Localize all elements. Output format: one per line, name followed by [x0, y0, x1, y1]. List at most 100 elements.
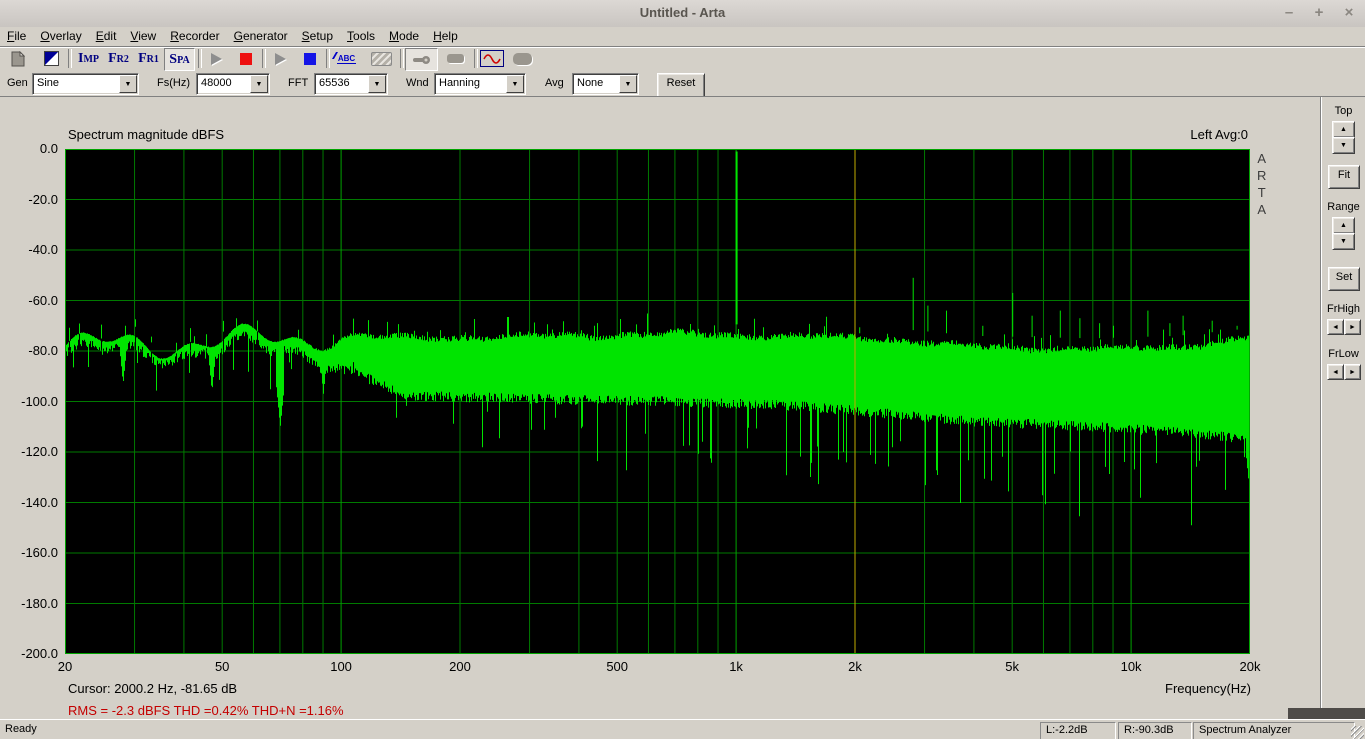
- menu-item-tools[interactable]: Tools: [340, 27, 382, 46]
- range-down-button[interactable]: ▼: [1332, 233, 1355, 250]
- generator-select[interactable]: Sine ▼: [32, 73, 139, 95]
- frlow-left-button[interactable]: ◄: [1327, 364, 1344, 380]
- y-tick: -40.0: [0, 242, 58, 257]
- x-tick: 1k: [714, 659, 758, 674]
- chart-title: Spectrum magnitude dBFS: [68, 127, 224, 142]
- channel-average-label: Left Avg:0: [1190, 127, 1248, 142]
- frhigh-label: FrHigh: [1321, 303, 1365, 315]
- fft-size-select[interactable]: 65536 ▼: [314, 73, 388, 95]
- menu-item-generator[interactable]: Generator: [227, 27, 295, 46]
- y-tick: 0.0: [0, 141, 58, 156]
- averaging-select[interactable]: None ▼: [572, 73, 639, 95]
- close-button[interactable]: ×: [1337, 3, 1361, 23]
- frlow-right-button[interactable]: ►: [1344, 364, 1361, 380]
- y-tick: -160.0: [0, 545, 58, 560]
- main-toolbar: IMP FR2 FR1 SPA ABC: [0, 46, 1365, 72]
- sample-rate-value: 48000: [201, 77, 232, 89]
- fit-button[interactable]: Fit: [1328, 165, 1360, 189]
- toolbar-separator: [474, 49, 478, 68]
- toolbar-separator: [68, 49, 72, 68]
- menu-item-setup[interactable]: Setup: [295, 27, 340, 46]
- x-tick: 10k: [1109, 659, 1153, 674]
- menu-item-edit[interactable]: Edit: [89, 27, 124, 46]
- calibrate-button[interactable]: ABC: [331, 48, 362, 69]
- pill-icon: [447, 54, 464, 63]
- reset-button[interactable]: Reset: [657, 73, 705, 98]
- record-button[interactable]: [233, 48, 259, 69]
- signal-generator-button[interactable]: [479, 48, 505, 69]
- disabled-pill-button[interactable]: [440, 48, 471, 69]
- play-generator-button[interactable]: [267, 48, 293, 69]
- overlay-button[interactable]: [38, 48, 64, 69]
- menu-item-recorder[interactable]: Recorder: [163, 27, 226, 46]
- fr2-mode-button[interactable]: FR2: [104, 48, 133, 69]
- impulse-mode-button[interactable]: IMP: [74, 48, 103, 69]
- play-icon: [275, 53, 286, 65]
- set-button[interactable]: Set: [1328, 267, 1360, 291]
- top-up-button[interactable]: ▲: [1332, 121, 1355, 138]
- chevron-down-icon[interactable]: ▼: [250, 75, 268, 93]
- fr1-icon: FR1: [138, 51, 159, 67]
- menu-item-help[interactable]: Help: [426, 27, 465, 46]
- top-down-button[interactable]: ▼: [1332, 137, 1355, 154]
- sine-wave-icon: [480, 50, 504, 67]
- stop-generator-button[interactable]: [297, 48, 323, 69]
- y-tick: -20.0: [0, 192, 58, 207]
- spa-mode-button[interactable]: SPA: [164, 48, 195, 71]
- graph-client-area: Spectrum magnitude dBFS Left Avg:0 ARTA …: [0, 96, 1365, 720]
- chevron-down-icon[interactable]: ▼: [506, 75, 524, 93]
- right-level-indicator: R:-90.3dB: [1118, 722, 1192, 739]
- frhigh-right-button[interactable]: ►: [1344, 319, 1361, 335]
- disabled-pill2-button[interactable]: [509, 48, 535, 69]
- disabled-tool-button[interactable]: [366, 48, 397, 69]
- new-file-button[interactable]: [5, 48, 31, 69]
- x-tick: 500: [595, 659, 639, 674]
- window-title: Untitled - Arta: [0, 5, 1365, 20]
- chevron-down-icon[interactable]: ▼: [619, 75, 637, 93]
- spectrum-plot[interactable]: [65, 149, 1250, 654]
- menu-item-mode[interactable]: Mode: [382, 27, 426, 46]
- minimize-button[interactable]: –: [1277, 3, 1301, 23]
- mic-input-button[interactable]: [405, 48, 438, 71]
- range-label: Range: [1321, 201, 1365, 213]
- play-disabled-button[interactable]: [203, 48, 229, 69]
- title-bar[interactable]: Untitled - Arta – + ×: [0, 0, 1365, 28]
- x-tick: 20: [43, 659, 87, 674]
- fr2-icon: FR2: [108, 51, 129, 67]
- pill-icon: [513, 53, 532, 65]
- toolbar-separator: [326, 49, 330, 68]
- stop-icon: [304, 53, 316, 65]
- sample-rate-select[interactable]: 48000 ▼: [196, 73, 270, 95]
- gen-label: Gen: [7, 77, 28, 89]
- menu-item-file[interactable]: File: [0, 27, 33, 46]
- resize-grip[interactable]: [1351, 726, 1364, 739]
- overlay-icon: [44, 51, 59, 66]
- chevron-down-icon[interactable]: ▼: [119, 75, 137, 93]
- fr1-mode-button[interactable]: FR1: [134, 48, 163, 69]
- avg-label: Avg: [545, 77, 564, 89]
- menu-item-view[interactable]: View: [123, 27, 163, 46]
- record-icon: [240, 53, 252, 65]
- fs-label: Fs(Hz): [157, 77, 190, 89]
- averaging-value: None: [577, 77, 603, 89]
- y-tick: -60.0: [0, 293, 58, 308]
- disabled-icon: [371, 52, 392, 66]
- play-icon: [211, 53, 222, 65]
- maximize-button[interactable]: +: [1307, 3, 1331, 23]
- frlow-label: FrLow: [1321, 348, 1365, 360]
- frhigh-left-button[interactable]: ◄: [1327, 319, 1344, 335]
- y-tick: -120.0: [0, 444, 58, 459]
- window-select[interactable]: Hanning ▼: [434, 73, 526, 95]
- x-tick: 5k: [990, 659, 1034, 674]
- x-tick: 20k: [1228, 659, 1272, 674]
- toolbar-separator: [400, 49, 404, 68]
- range-up-button[interactable]: ▲: [1332, 217, 1355, 234]
- left-level-indicator: L:-2.2dB: [1040, 722, 1116, 739]
- menu-item-overlay[interactable]: Overlay: [33, 27, 88, 46]
- x-axis-title: Frequency(Hz): [1051, 681, 1251, 696]
- wnd-label: Wnd: [406, 77, 429, 89]
- toolbar-separator: [262, 49, 266, 68]
- y-tick: -180.0: [0, 596, 58, 611]
- chevron-down-icon[interactable]: ▼: [368, 75, 386, 93]
- thd-readout: RMS = -2.3 dBFS THD =0.42% THD+N =1.16%: [68, 703, 344, 718]
